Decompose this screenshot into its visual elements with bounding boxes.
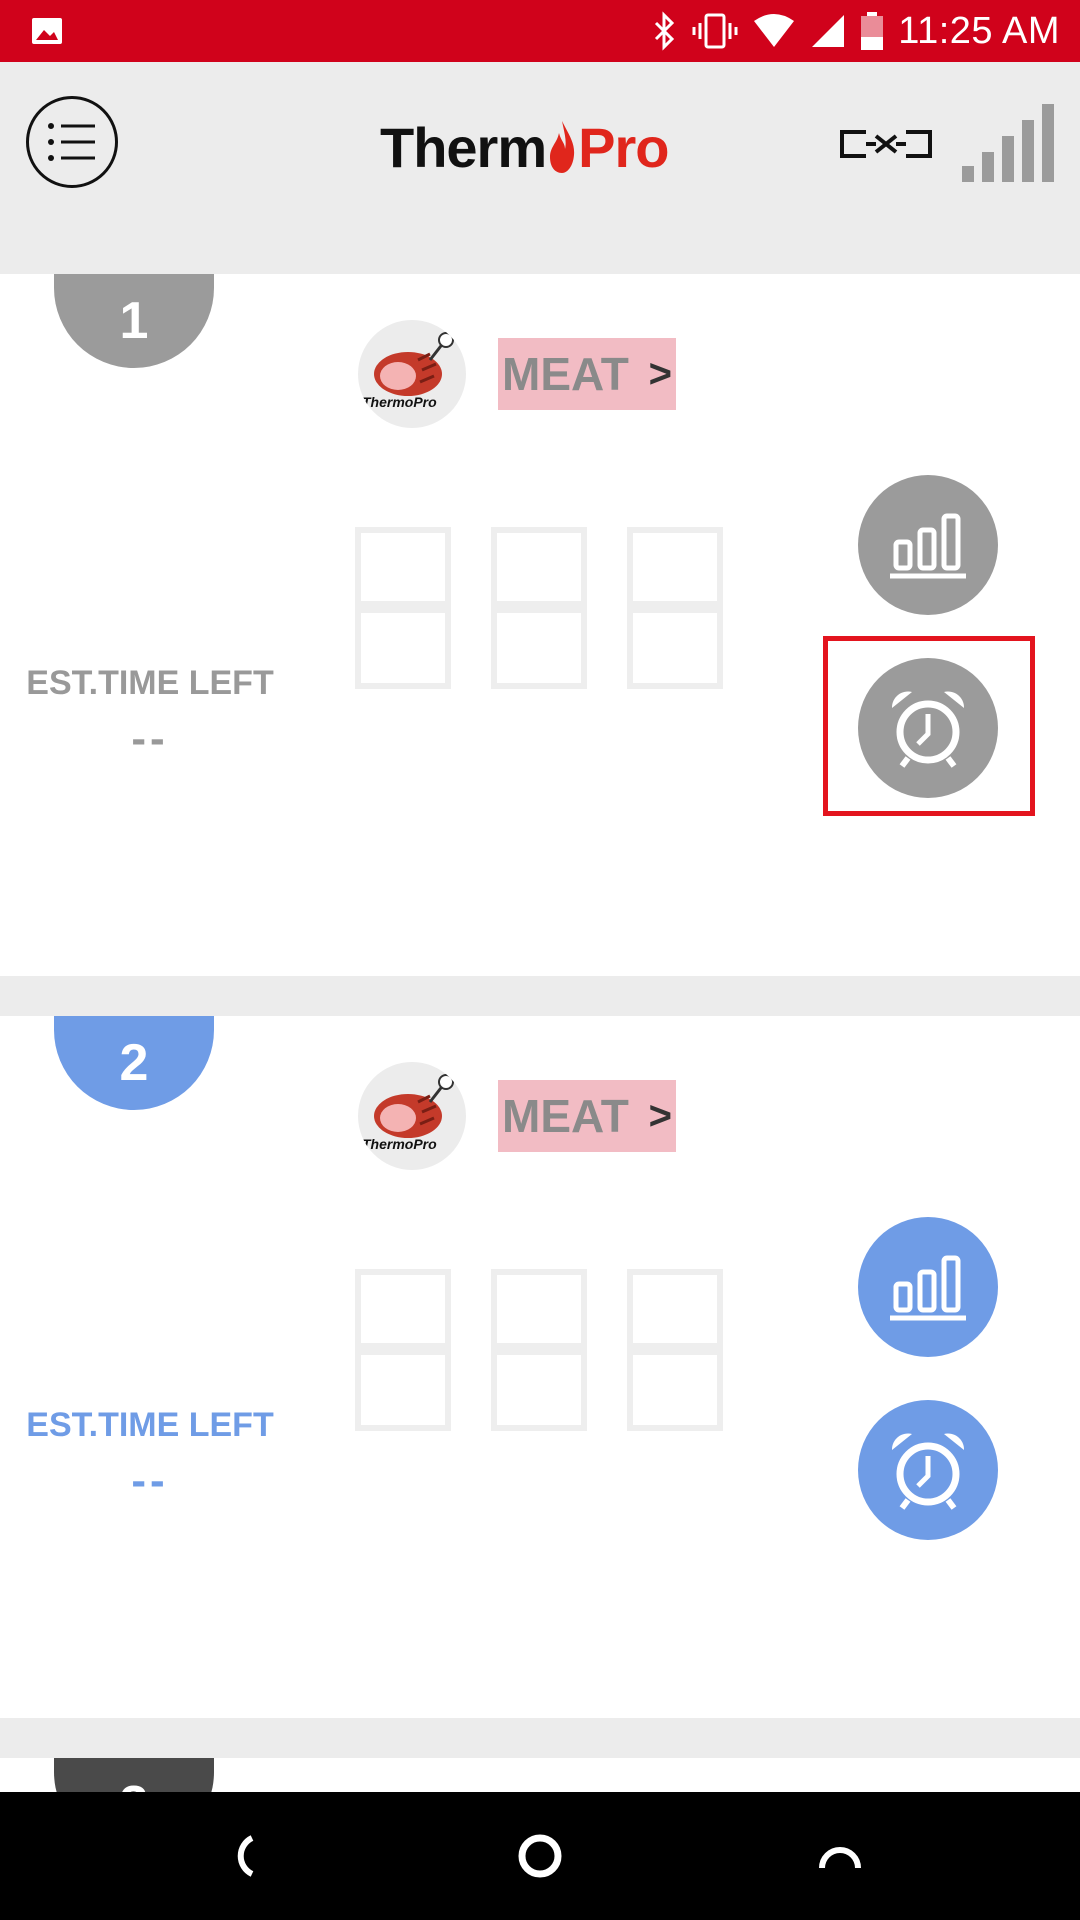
food-icon-brand: ThermoPro xyxy=(362,394,437,410)
graph-button[interactable] xyxy=(858,475,998,615)
food-type-icon[interactable]: ThermoPro xyxy=(358,1062,466,1170)
food-type-label: MEAT xyxy=(502,1090,629,1142)
highlight-box xyxy=(823,636,1035,816)
digit-3 xyxy=(627,527,723,689)
alarm-button[interactable] xyxy=(858,1400,998,1540)
status-time: 11:25 AM xyxy=(898,9,1060,52)
graph-button[interactable] xyxy=(858,1217,998,1357)
cell-signal-icon xyxy=(812,15,845,47)
temperature-display xyxy=(355,1269,723,1431)
thermopro-logo: Therm Pro xyxy=(380,112,670,182)
probe-card-2: 2 ThermoPro MEAT > EST.TIME LEFT -- xyxy=(0,1016,1080,1718)
system-nav-bar xyxy=(0,1792,1080,1920)
meat-icon xyxy=(374,332,454,396)
food-type-button[interactable]: MEAT > xyxy=(498,338,676,410)
menu-icon xyxy=(48,123,95,161)
app-header: Therm Pro xyxy=(0,62,1080,220)
food-type-label: MEAT xyxy=(502,348,629,400)
logo-text-pro: Pro xyxy=(578,115,669,179)
temperature-display xyxy=(355,527,723,689)
chevron-right-icon: > xyxy=(648,1093,672,1138)
est-time-left-value: -- xyxy=(131,1456,169,1505)
wifi-icon xyxy=(754,14,795,47)
probe-card-1: 1 ThermoPro MEAT > EST.TIME LEFT -- xyxy=(0,274,1080,976)
probe-number-badge: 1 xyxy=(54,274,214,368)
meat-icon xyxy=(374,1074,454,1138)
connection-icon[interactable] xyxy=(836,124,936,164)
digit-2 xyxy=(491,1269,587,1431)
logo-text-therm: Therm xyxy=(380,115,547,179)
digit-1 xyxy=(355,1269,451,1431)
bluetooth-icon xyxy=(655,11,675,51)
digit-1 xyxy=(355,527,451,689)
est-time-left-value: -- xyxy=(131,714,169,763)
vibrate-icon xyxy=(692,13,738,49)
est-time-left-label: EST.TIME LEFT xyxy=(26,1406,274,1444)
bar-chart-icon xyxy=(890,513,966,579)
digit-2 xyxy=(491,527,587,689)
food-icon-brand: ThermoPro xyxy=(362,1136,437,1152)
image-icon xyxy=(32,18,62,44)
alarm-clock-icon xyxy=(891,1433,965,1510)
bar-chart-icon xyxy=(890,1255,966,1321)
digit-3 xyxy=(627,1269,723,1431)
food-type-button[interactable]: MEAT > xyxy=(498,1080,676,1152)
battery-low-icon xyxy=(861,12,884,50)
est-time-left-label: EST.TIME LEFT xyxy=(26,664,274,702)
back-icon[interactable] xyxy=(210,1826,270,1886)
menu-button[interactable] xyxy=(26,96,118,188)
signal-strength-icon xyxy=(962,104,1054,182)
recents-icon[interactable] xyxy=(810,1826,870,1886)
food-type-icon[interactable]: ThermoPro xyxy=(358,320,466,428)
flame-icon xyxy=(550,121,575,173)
chevron-right-icon: > xyxy=(648,351,672,396)
status-bar: 11:25 AM xyxy=(0,0,1080,62)
home-icon[interactable] xyxy=(510,1826,570,1886)
probe-number-badge: 2 xyxy=(54,1016,214,1110)
